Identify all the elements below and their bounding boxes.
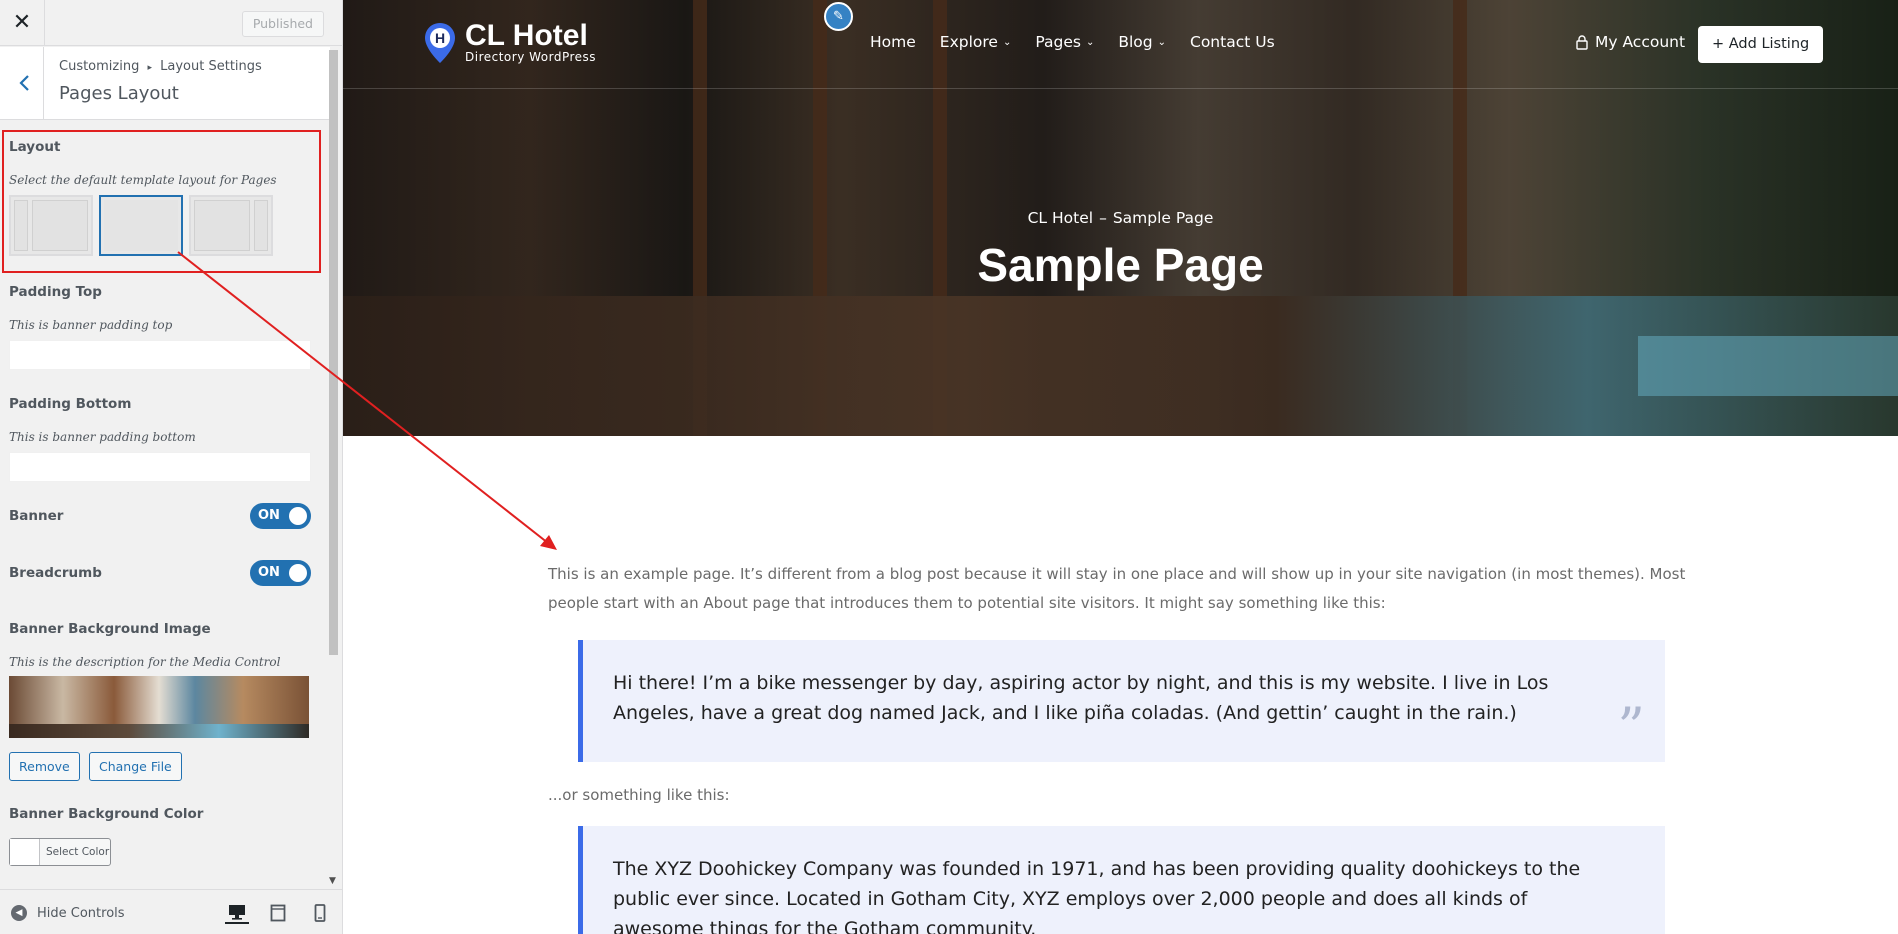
desktop-icon (229, 905, 245, 920)
between-paragraph: ...or something like this: (548, 786, 730, 804)
banner-bg-image-description: This is the description for the Media Co… (9, 655, 281, 669)
site-preview: H CL Hotel Directory WordPress ✎ Home Ex… (343, 0, 1898, 934)
site-logo[interactable]: H CL Hotel Directory WordPress (423, 19, 597, 64)
mobile-icon (314, 904, 326, 922)
breadcrumb-separator: – (1099, 209, 1107, 227)
mobile-preview-button[interactable] (308, 902, 332, 924)
chevron-down-icon: ⌄ (1002, 36, 1012, 48)
breadcrumb-home-link[interactable]: CL Hotel (1028, 209, 1093, 227)
publish-button[interactable]: Published (241, 11, 324, 37)
plus-icon: + (1712, 36, 1725, 52)
blockquote: Hi there! I’m a bike messenger by day, a… (578, 640, 1665, 762)
customizer-header: ✕ Published (0, 0, 342, 46)
main-nav: Home Explore ⌄ Pages ⌄ Blog ⌄ Contact Us (870, 33, 1299, 51)
tablet-icon (270, 904, 286, 922)
banner-title: Banner (9, 508, 64, 524)
quote-text: Hi there! I’m a bike messenger by day, a… (613, 672, 1549, 724)
nav-item-explore[interactable]: Explore ⌄ (940, 33, 1012, 51)
padding-bottom-description: This is banner padding bottom (9, 430, 196, 444)
hero-banner: H CL Hotel Directory WordPress ✎ Home Ex… (343, 0, 1898, 436)
nav-item-pages[interactable]: Pages ⌄ (1035, 33, 1094, 51)
padding-bottom-input[interactable] (9, 452, 311, 482)
select-color-button[interactable]: Select Color (9, 838, 111, 866)
quote-mark-icon: ” (1617, 696, 1645, 759)
blockquote: The XYZ Doohickey Company was founded in… (578, 826, 1665, 934)
section-title: Pages Layout (59, 83, 179, 104)
color-swatch (10, 839, 40, 865)
breadcrumb-section: Layout Settings (160, 59, 262, 74)
chevron-down-icon: ⌄ (1085, 36, 1095, 48)
change-file-button[interactable]: Change File (89, 752, 182, 781)
nav-item-contact-us[interactable]: Contact Us (1190, 33, 1275, 51)
page-content: This is an example page. It’s different … (548, 560, 1698, 934)
tablet-preview-button[interactable] (266, 902, 290, 924)
banner-toggle[interactable]: ON (250, 503, 311, 529)
toggle-knob (289, 564, 307, 582)
add-listing-label: Add Listing (1728, 36, 1810, 52)
logo-title: CL Hotel (465, 19, 588, 52)
layout-highlight-box (2, 130, 321, 273)
toggle-knob (289, 507, 307, 525)
customizer-footer: ◀ Hide Controls (0, 889, 342, 934)
padding-bottom-title: Padding Bottom (9, 396, 132, 412)
banner-toggle-state: ON (258, 508, 280, 523)
breadcrumb-current: Sample Page (1112, 209, 1214, 227)
my-account-label: My Account (1595, 33, 1686, 51)
banner-bg-image-title: Banner Background Image (9, 621, 211, 637)
nav-item-home[interactable]: Home (870, 33, 916, 51)
remove-image-button[interactable]: Remove (9, 752, 80, 781)
padding-top-title: Padding Top (9, 284, 102, 300)
select-color-label: Select Color (46, 846, 110, 858)
add-listing-button[interactable]: + Add Listing (1698, 26, 1824, 63)
banner-bg-color-title: Banner Background Color (9, 806, 204, 822)
location-pin-logo-icon: H (425, 23, 455, 63)
breadcrumb-arrow-icon: ▸ (147, 63, 153, 73)
padding-top-description: This is banner padding top (9, 318, 173, 332)
chevron-down-icon: ⌄ (1157, 36, 1166, 48)
intro-paragraph: This is an example page. It’s different … (548, 565, 1686, 612)
banner-image-thumbnail[interactable] (9, 676, 309, 738)
customizer-sidebar: ✕ Published Customizing ▸ Layout Setting… (0, 0, 343, 934)
hide-controls-label: Hide Controls (37, 905, 125, 921)
desktop-preview-button[interactable] (225, 902, 249, 924)
collapse-icon: ◀ (11, 905, 27, 921)
scroll-down-arrow-icon[interactable]: ▼ (329, 876, 336, 886)
nav-item-blog[interactable]: Blog ⌄ (1118, 33, 1166, 51)
chevron-left-icon (18, 75, 29, 91)
breadcrumb-toggle[interactable]: ON (250, 560, 311, 586)
logo-subtitle: Directory WordPress (465, 50, 597, 64)
close-icon: ✕ (12, 10, 32, 35)
back-button[interactable] (0, 47, 44, 119)
section-header: Customizing ▸ Layout Settings Pages Layo… (0, 47, 330, 120)
breadcrumb-toggle-state: ON (258, 565, 280, 580)
page-breadcrumb: CL Hotel – Sample Page (343, 209, 1898, 227)
breadcrumb: Customizing ▸ Layout Settings (59, 59, 262, 74)
breadcrumb-toggle-title: Breadcrumb (9, 565, 102, 581)
padding-top-input[interactable] (9, 340, 311, 370)
lock-icon (1576, 34, 1588, 50)
logo-pin-letter: H (435, 30, 445, 46)
page-title: Sample Page (977, 239, 1264, 291)
quote-text: The XYZ Doohickey Company was founded in… (613, 858, 1581, 934)
close-customizer-button[interactable]: ✕ (0, 0, 45, 45)
sidebar-scrollbar-thumb[interactable] (329, 50, 338, 655)
my-account-link[interactable]: My Account (1576, 33, 1685, 51)
breadcrumb-root: Customizing (59, 59, 140, 74)
hide-controls-button[interactable]: ◀ Hide Controls (11, 905, 125, 921)
edit-shortcut-pencil-icon[interactable]: ✎ (824, 2, 853, 31)
